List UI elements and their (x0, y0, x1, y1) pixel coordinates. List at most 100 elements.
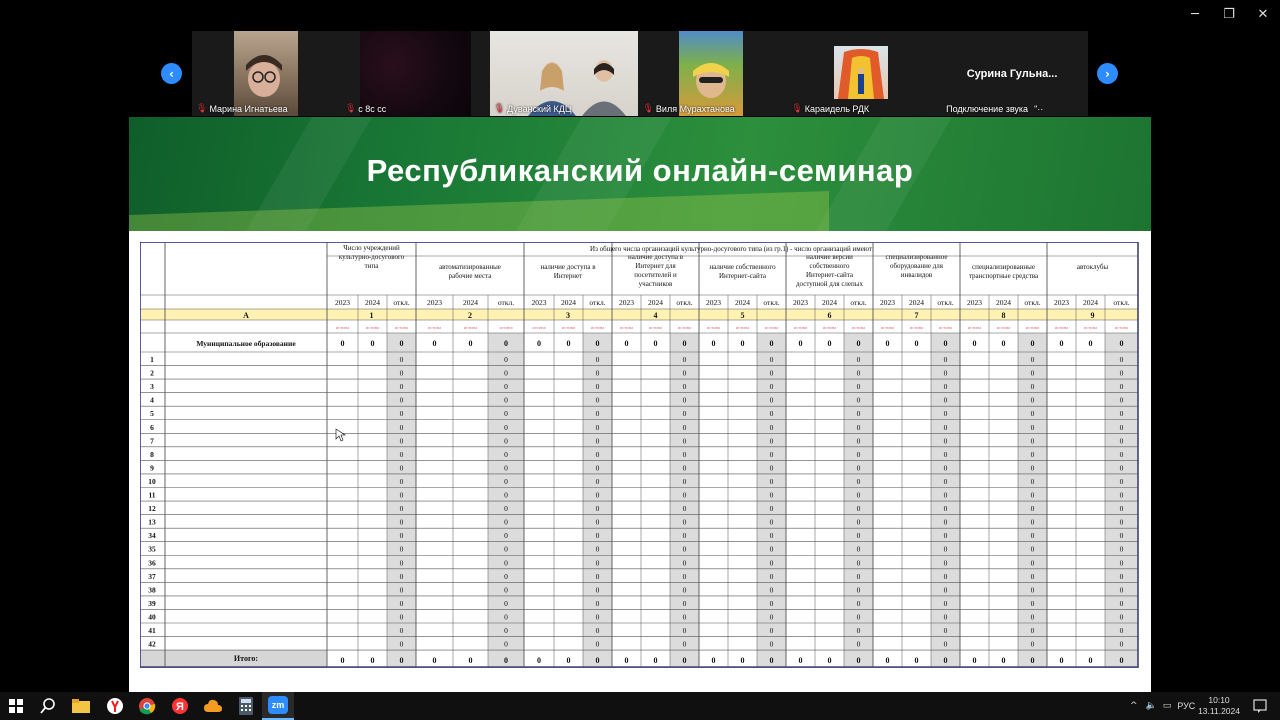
zero-cell: 0 (1120, 545, 1124, 554)
row-number: 42 (148, 640, 156, 649)
zero-cell: 0 (1120, 599, 1124, 608)
year-cell: откл. (1024, 298, 1040, 307)
zero-cell: 0 (683, 599, 687, 608)
total-value: 0 (1060, 656, 1064, 665)
total-value: 0 (741, 656, 745, 665)
zero-cell: 0 (857, 504, 861, 513)
zoom-taskbar-button[interactable]: zm (262, 692, 294, 720)
chrome-icon[interactable] (137, 696, 157, 716)
total-value: 0 (886, 656, 890, 665)
total-value: 0 (944, 656, 948, 665)
cloud-app-icon[interactable] (203, 696, 223, 716)
zero-cell: 0 (596, 518, 600, 527)
zero-cell: 0 (770, 423, 774, 432)
close-button[interactable]: ✕ (1246, 0, 1280, 28)
zero-cell: 0 (1031, 518, 1035, 527)
zero-cell: 0 (857, 599, 861, 608)
speaker-icon[interactable]: 🔈 (1146, 701, 1157, 711)
participant-tile[interactable]: Сурина Гульна... Подключение звука "·· (936, 31, 1088, 116)
zero-cell: 0 (770, 436, 774, 445)
zero-cell: 0 (1031, 599, 1035, 608)
zero-cell: 0 (944, 531, 948, 540)
municipal-value: 0 (1120, 339, 1124, 348)
total-value: 0 (1031, 656, 1035, 665)
zero-cell: 0 (770, 545, 774, 554)
zero-cell: 0 (596, 409, 600, 418)
zero-cell: 0 (1031, 477, 1035, 486)
zoom-icon: zm (268, 696, 288, 714)
total-value: 0 (683, 656, 687, 665)
column-header: специализированное (886, 253, 948, 261)
participant-tile[interactable]: 🎙 с 8с сс (340, 31, 490, 116)
zero-cell: 0 (1120, 518, 1124, 527)
column-header: Число учреждений (343, 244, 400, 252)
minimize-button[interactable]: ─ (1178, 0, 1212, 28)
zero-cell: 0 (857, 572, 861, 581)
notifications-icon[interactable] (1250, 696, 1270, 716)
total-value: 0 (469, 656, 473, 665)
network-icon[interactable]: ▭ (1163, 701, 1172, 711)
zero-cell: 0 (504, 491, 508, 500)
year-cell: 2023 (706, 298, 721, 307)
participant-tile[interactable]: 🎙 Марина Игнатьева (192, 31, 341, 116)
zero-cell: 0 (770, 518, 774, 527)
year-cell: 2024 (909, 298, 924, 307)
search-icon[interactable] (38, 696, 58, 716)
previous-page-arrow-icon[interactable]: ‹ (161, 63, 182, 84)
total-value: 0 (828, 656, 832, 665)
check-cell: истина (765, 325, 778, 330)
clock[interactable]: 10:10 13.11.2024 (1198, 695, 1240, 717)
windows-start-icon[interactable] (6, 696, 26, 716)
check-cell: истина (428, 325, 441, 330)
row-number: 10 (148, 477, 156, 486)
zero-cell: 0 (944, 585, 948, 594)
file-explorer-icon[interactable] (71, 696, 91, 716)
calculator-icon[interactable] (236, 696, 256, 716)
zero-cell: 0 (857, 612, 861, 621)
restore-button[interactable]: ❐ (1212, 0, 1246, 28)
next-page-arrow-icon[interactable]: › (1097, 63, 1118, 84)
participant-display-name: Сурина Гульна... (966, 68, 1058, 80)
group-number-row-bg (140, 309, 1138, 320)
check-cell: истина (336, 325, 349, 330)
language-indicator[interactable]: РУС (1177, 701, 1195, 711)
zero-cell: 0 (770, 409, 774, 418)
row-number: 2 (150, 369, 154, 378)
yandex-icon[interactable]: Я (170, 696, 190, 716)
chevron-up-icon[interactable]: ^ (1130, 701, 1138, 711)
check-cell: истина (910, 325, 923, 330)
zero-cell: 0 (683, 436, 687, 445)
zero-cell: 0 (504, 599, 508, 608)
municipal-value: 0 (973, 339, 977, 348)
total-value: 0 (973, 656, 977, 665)
check-cell: истина (707, 325, 720, 330)
zero-cell: 0 (400, 450, 404, 459)
zero-cell: 0 (596, 545, 600, 554)
year-cell: 2024 (365, 298, 380, 307)
zero-cell: 0 (504, 518, 508, 527)
municipal-value: 0 (828, 339, 832, 348)
zero-cell: 0 (1031, 626, 1035, 635)
participant-tile[interactable]: 🎙 Караидель РДК (787, 31, 937, 116)
total-value: 0 (596, 656, 600, 665)
column-header: наличие доступа в (628, 253, 684, 261)
zero-cell: 0 (1031, 382, 1035, 391)
zero-cell: 0 (596, 599, 600, 608)
municipal-value: 0 (741, 339, 745, 348)
municipal-value: 0 (944, 339, 948, 348)
municipal-value: 0 (625, 339, 629, 348)
participant-tile[interactable]: 🎙 Виля Мурахтанова (638, 31, 788, 116)
zero-cell: 0 (400, 518, 404, 527)
participant-tile[interactable]: 🎙 Дуванский КДЦ (489, 31, 639, 116)
year-cell: откл. (937, 298, 953, 307)
check-cell: истина (532, 325, 545, 330)
yandex-browser-icon[interactable] (105, 696, 125, 716)
zero-cell: 0 (770, 463, 774, 472)
zero-cell: 0 (944, 545, 948, 554)
total-value: 0 (567, 656, 571, 665)
municipal-value: 0 (1089, 339, 1093, 348)
total-value: 0 (504, 656, 508, 665)
total-value: 0 (537, 656, 541, 665)
group-number: 6 (828, 311, 832, 320)
year-cell: 2023 (967, 298, 982, 307)
